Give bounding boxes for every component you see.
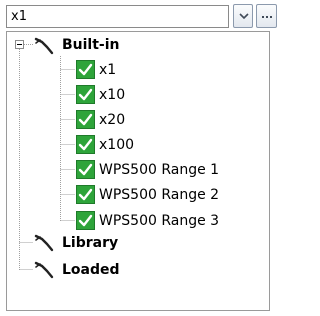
tree-item-x100[interactable]: x100 — [7, 134, 269, 156]
green-check-icon — [76, 110, 95, 129]
tree-item-label: x1 — [99, 62, 117, 78]
green-check-icon — [76, 211, 95, 230]
curve-icon — [34, 261, 54, 279]
profile-tree[interactable]: Built-in x1 x10 x20 x100 WPS500 Range 1 … — [6, 31, 270, 311]
green-check-icon — [76, 60, 95, 79]
chevron-down-icon — [239, 13, 249, 20]
tree-item-wps500-range-2[interactable]: WPS500 Range 2 — [7, 184, 269, 206]
tree-node-label: Built-in — [62, 37, 120, 53]
curve-icon — [34, 234, 54, 252]
green-check-icon — [76, 160, 95, 179]
tree-node-label: Library — [62, 235, 119, 251]
green-check-icon — [76, 185, 95, 204]
tree-item-x10[interactable]: x10 — [7, 84, 269, 106]
tree-node-label: Loaded — [62, 262, 120, 278]
tree-item-wps500-range-1[interactable]: WPS500 Range 1 — [7, 159, 269, 181]
tree-item-wps500-range-3[interactable]: WPS500 Range 3 — [7, 210, 269, 232]
profile-selector-widget: x1 Built-in x1 x10 x20 x100 WPS500 Range… — [0, 0, 279, 316]
tree-item-label: x10 — [99, 87, 126, 103]
combo-value: x1 — [11, 9, 27, 24]
dropdown-button[interactable] — [233, 4, 253, 28]
tree-node-built-in[interactable]: Built-in — [7, 34, 269, 56]
collapse-toggle[interactable] — [15, 40, 24, 49]
tree-item-label: x100 — [99, 137, 135, 153]
ellipsis-icon — [262, 16, 272, 18]
more-options-button[interactable] — [256, 4, 277, 28]
curve-icon — [34, 37, 54, 55]
tree-item-label: WPS500 Range 1 — [99, 162, 220, 178]
tree-item-x1[interactable]: x1 — [7, 59, 269, 81]
tree-item-label: x20 — [99, 112, 126, 128]
profile-combo-box[interactable]: x1 — [6, 5, 229, 28]
tree-node-library[interactable]: Library — [7, 232, 269, 254]
green-check-icon — [76, 135, 95, 154]
tree-node-loaded[interactable]: Loaded — [7, 259, 269, 281]
tree-item-x20[interactable]: x20 — [7, 109, 269, 131]
green-check-icon — [76, 85, 95, 104]
tree-item-label: WPS500 Range 3 — [99, 213, 220, 229]
tree-item-label: WPS500 Range 2 — [99, 187, 220, 203]
